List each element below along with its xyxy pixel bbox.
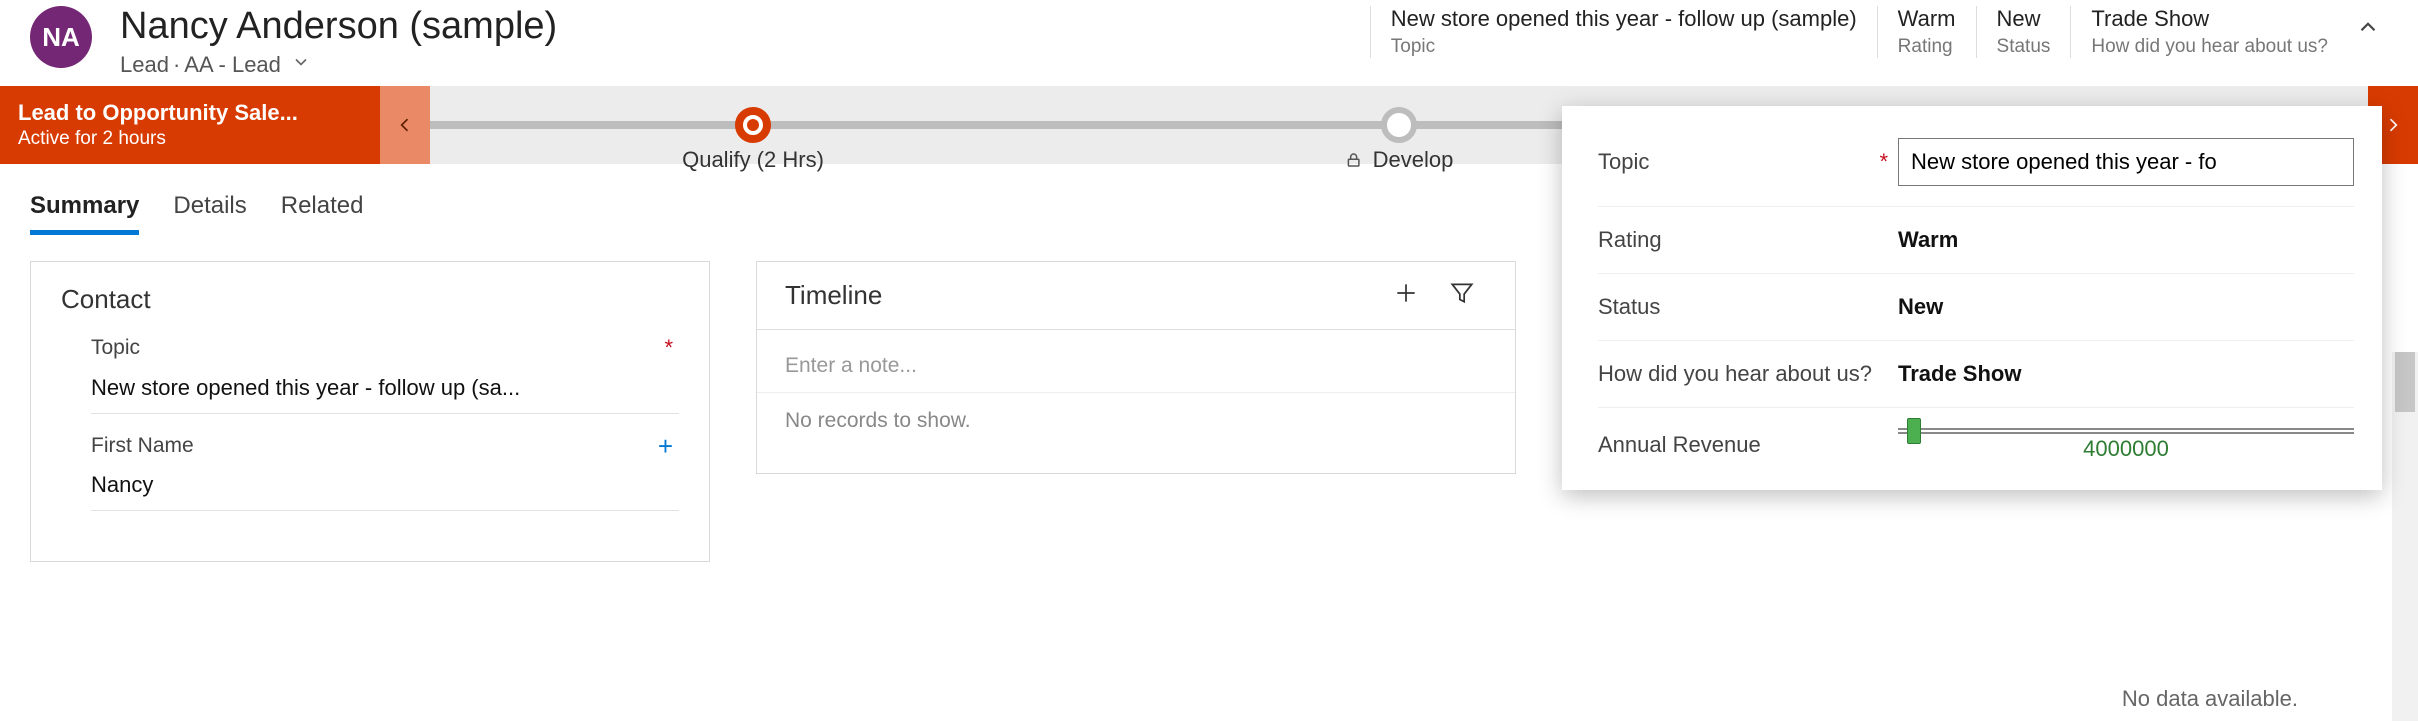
slider-handle-icon[interactable] (1907, 418, 1921, 444)
flyout-label: How did you hear about us? (1598, 361, 1872, 387)
timeline-section: Timeline Enter a note... No records to s… (756, 261, 1516, 474)
header-field-label: Topic (1391, 36, 1857, 58)
flyout-label: Rating (1598, 227, 1662, 253)
header-field-value: Warm (1898, 6, 1956, 32)
avatar: NA (30, 6, 92, 68)
flyout-row-rating[interactable]: Rating Warm (1598, 207, 2354, 274)
header-field-rating[interactable]: Warm Rating (1877, 6, 1976, 58)
header-field-topic[interactable]: New store opened this year - follow up (… (1370, 6, 1877, 58)
filter-icon[interactable] (1449, 280, 1475, 311)
flyout-row-topic: Topic * (1598, 118, 2354, 207)
field-topic[interactable]: Topic * New store opened this year - fol… (91, 335, 679, 414)
process-name: Lead to Opportunity Sale... (18, 100, 362, 126)
section-title: Timeline (785, 280, 882, 311)
contact-section: Contact Topic * New store opened this ye… (30, 261, 710, 562)
recommended-icon: + (658, 441, 679, 451)
topic-input[interactable] (1898, 138, 2354, 186)
process-header[interactable]: Lead to Opportunity Sale... Active for 2… (0, 86, 380, 164)
collapse-header-button[interactable] (2348, 6, 2388, 40)
process-prev-button[interactable] (380, 86, 430, 164)
form-selector-label: AA - Lead (184, 52, 281, 78)
flyout-label: Status (1598, 294, 1660, 320)
header-field-label: How did you hear about us? (2091, 36, 2328, 58)
header-field-status[interactable]: New Status (1976, 6, 2071, 58)
timeline-empty-text: No records to show. (785, 393, 1487, 433)
field-label: Topic (91, 336, 140, 360)
required-icon: * (1879, 149, 1898, 175)
record-title: Nancy Anderson (sample) (120, 6, 557, 48)
process-duration: Active for 2 hours (18, 128, 362, 150)
header-field-value: New store opened this year - follow up (… (1391, 6, 1857, 32)
field-value[interactable]: New store opened this year - follow up (… (91, 375, 679, 414)
flyout-value[interactable]: New (1898, 294, 2354, 320)
flyout-label: Topic (1598, 149, 1649, 175)
tab-summary[interactable]: Summary (30, 192, 139, 235)
header-flyout: Topic * Rating Warm Status New How did y… (1562, 106, 2382, 490)
timeline-note-input[interactable]: Enter a note... (785, 330, 1487, 392)
tab-related[interactable]: Related (281, 192, 364, 235)
header-field-value: New (1997, 6, 2051, 32)
title-block: Nancy Anderson (sample) Lead · AA - Lead (120, 6, 557, 78)
record-header: NA Nancy Anderson (sample) Lead · AA - L… (0, 0, 2418, 80)
stage-dot-active-icon (735, 107, 771, 143)
separator: · (173, 52, 180, 78)
flyout-topic-input[interactable] (1898, 138, 2354, 186)
annual-revenue-slider[interactable]: 4000000 (1898, 428, 2354, 462)
flyout-row-revenue[interactable]: Annual Revenue 4000000 (1598, 408, 2354, 482)
stage-label: Qualify (2 Hrs) (682, 147, 824, 173)
slider-value: 4000000 (1898, 436, 2354, 462)
flyout-value[interactable]: Trade Show (1898, 361, 2354, 387)
scrollbar-thumb[interactable] (2395, 352, 2415, 412)
header-field-label: Rating (1898, 36, 1956, 58)
flyout-label: Annual Revenue (1598, 432, 1761, 458)
lock-icon (1345, 151, 1363, 169)
tab-details[interactable]: Details (173, 192, 246, 235)
record-subtitle[interactable]: Lead · AA - Lead (120, 52, 557, 78)
header-field-source[interactable]: Trade Show How did you hear about us? (2070, 6, 2348, 58)
stage-dot-icon (1381, 107, 1417, 143)
flyout-row-source[interactable]: How did you hear about us? Trade Show (1598, 341, 2354, 408)
right-pane-empty-text: No data available. (2122, 686, 2298, 712)
field-first-name[interactable]: First Name + Nancy (91, 434, 679, 511)
required-icon: * (664, 335, 679, 361)
field-value[interactable]: Nancy (91, 472, 679, 511)
add-icon[interactable] (1393, 280, 1419, 311)
header-field-label: Status (1997, 36, 2051, 58)
section-title: Contact (61, 284, 679, 315)
stage-label: Develop (1373, 147, 1454, 173)
chevron-down-icon[interactable] (291, 52, 311, 78)
flyout-value[interactable]: Warm (1898, 227, 2354, 253)
flyout-row-status[interactable]: Status New (1598, 274, 2354, 341)
header-field-value: Trade Show (2091, 6, 2328, 32)
field-label: First Name (91, 434, 194, 458)
vertical-scrollbar[interactable] (2392, 352, 2418, 721)
entity-name: Lead (120, 52, 169, 78)
